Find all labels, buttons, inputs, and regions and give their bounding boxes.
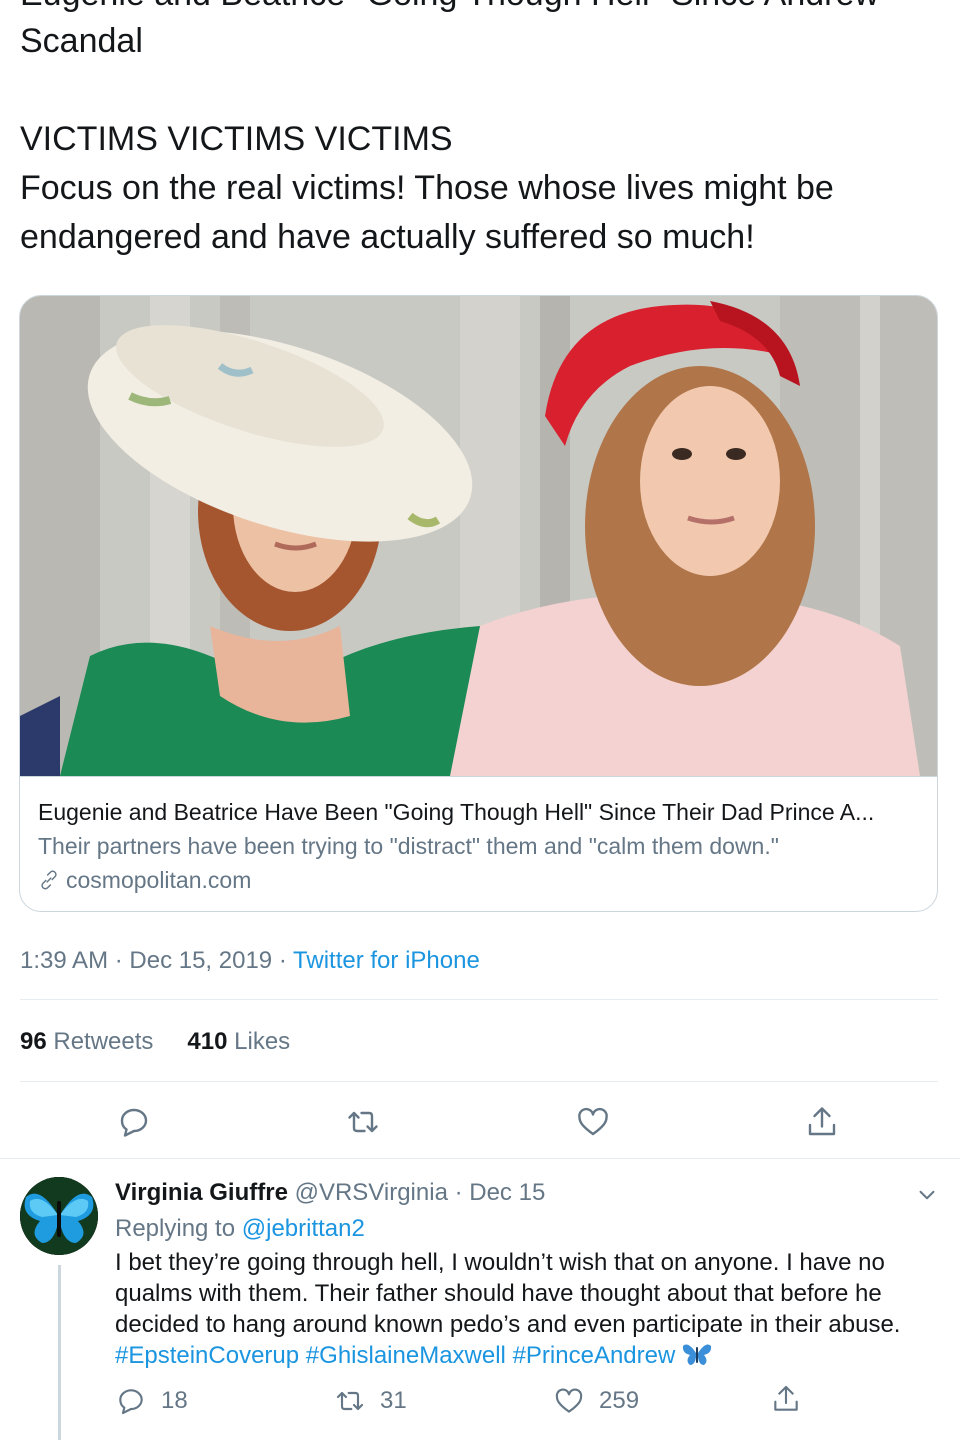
link-icon xyxy=(41,870,57,890)
reply-text-line: I bet they’re going through hell, I woul… xyxy=(115,1249,885,1276)
like-button[interactable] xyxy=(575,1104,611,1140)
reply-share-button[interactable] xyxy=(770,1383,802,1415)
like-icon xyxy=(578,1107,608,1136)
tweet-text-line: endangered and have actually suffered so… xyxy=(20,218,755,256)
avatar[interactable] xyxy=(20,1177,98,1255)
reply-text-line: decided to hang around known pedo’s and … xyxy=(115,1311,901,1338)
card-domain-text: cosmopolitan.com xyxy=(66,867,252,893)
reply-button[interactable] xyxy=(116,1104,152,1140)
retweet-count: 31 xyxy=(380,1387,407,1414)
reply-like-button[interactable]: 259 xyxy=(553,1383,639,1419)
tweet-cut-title-line: Eugenie and Beatrice "Going Though Hell"… xyxy=(20,0,879,14)
likes-label: Likes xyxy=(234,1028,291,1055)
like-icon xyxy=(555,1388,583,1413)
divider xyxy=(0,1158,960,1159)
reply-date[interactable]: Dec 15 xyxy=(469,1179,545,1206)
retweets-stat[interactable]: 96 Retweets xyxy=(20,1026,153,1058)
card-title[interactable]: Eugenie and Beatrice Have Been "Going Th… xyxy=(38,797,918,827)
likes-stat[interactable]: 410 Likes xyxy=(187,1026,290,1058)
card-domain: cosmopolitan.com xyxy=(38,865,251,895)
tweet-text: Scandal VICTIMS VICTIMS VICTIMS Focus on… xyxy=(20,17,940,262)
divider xyxy=(20,999,938,1000)
hashtag-link[interactable]: #EpsteinCoverup xyxy=(115,1342,299,1369)
reply-reply-button[interactable]: 18 xyxy=(115,1383,188,1419)
like-count: 259 xyxy=(599,1387,640,1414)
retweet-icon xyxy=(348,1111,378,1133)
tweet-action-bar xyxy=(0,1100,960,1146)
reply-header: Virginia Giuffre @VRSVirginia · Dec 15 xyxy=(115,1176,545,1210)
reply-retweet-button[interactable]: 31 xyxy=(334,1383,407,1419)
likes-count: 410 xyxy=(187,1028,228,1055)
link-card[interactable]: Eugenie and Beatrice Have Been "Going Th… xyxy=(19,295,938,912)
card-photo[interactable] xyxy=(20,296,937,776)
share-button[interactable] xyxy=(804,1104,840,1140)
replying-to-prefix: Replying to xyxy=(115,1215,242,1242)
replying-to: Replying to @jebrittan2 xyxy=(115,1212,365,1246)
tweet-timestamp: 1:39 AM · Dec 15, 2019 · Twitter for iPh… xyxy=(20,944,480,978)
share-icon xyxy=(774,1385,798,1411)
reply-author-name[interactable]: Virginia Giuffre xyxy=(115,1179,288,1206)
reply-author-handle[interactable]: @VRSVirginia xyxy=(295,1179,448,1206)
tweet-text-line: VICTIMS VICTIMS VICTIMS xyxy=(20,120,453,158)
reply-action-bar: 18 31 259 xyxy=(0,1383,960,1423)
tweet-text-line: Focus on the real victims! Those whose l… xyxy=(20,169,834,207)
tweet-source-link[interactable]: Twitter for iPhone xyxy=(293,947,480,974)
hashtag-line: #EpsteinCoverup #GhislaineMaxwell #Princ… xyxy=(115,1340,945,1371)
retweet-icon xyxy=(336,1391,364,1411)
card-description: Their partners have been trying to "dist… xyxy=(38,833,779,859)
card-meta[interactable]: Eugenie and Beatrice Have Been "Going Th… xyxy=(20,776,937,911)
butterfly-avatar-image xyxy=(20,1177,98,1255)
retweets-count: 96 xyxy=(20,1028,47,1055)
retweets-label: Retweets xyxy=(53,1028,154,1055)
reply-date-separator: · xyxy=(447,1179,470,1206)
share-icon xyxy=(808,1107,836,1136)
tweet-stats: 96 Retweets 410 Likes xyxy=(20,1026,290,1058)
divider xyxy=(20,1081,938,1082)
reply-icon xyxy=(119,1389,143,1415)
hashtag-link[interactable]: #PrinceAndrew xyxy=(513,1342,676,1369)
replying-to-handle[interactable]: @jebrittan2 xyxy=(242,1215,365,1242)
chevron-down-icon xyxy=(919,1190,935,1200)
reply-count: 18 xyxy=(161,1387,188,1414)
retweet-button[interactable] xyxy=(345,1104,381,1140)
hashtag-link[interactable]: #GhislaineMaxwell xyxy=(306,1342,506,1369)
reply-icon xyxy=(120,1108,148,1137)
reply-text: I bet they’re going through hell, I woul… xyxy=(115,1247,945,1371)
tweet-text-line: Scandal xyxy=(20,22,143,60)
timestamp-text[interactable]: 1:39 AM · Dec 15, 2019 · xyxy=(20,947,293,974)
more-options-button[interactable] xyxy=(914,1182,940,1208)
reply-text-line: qualms with them. Their father should ha… xyxy=(115,1280,882,1307)
butterfly-icon xyxy=(682,1344,712,1365)
